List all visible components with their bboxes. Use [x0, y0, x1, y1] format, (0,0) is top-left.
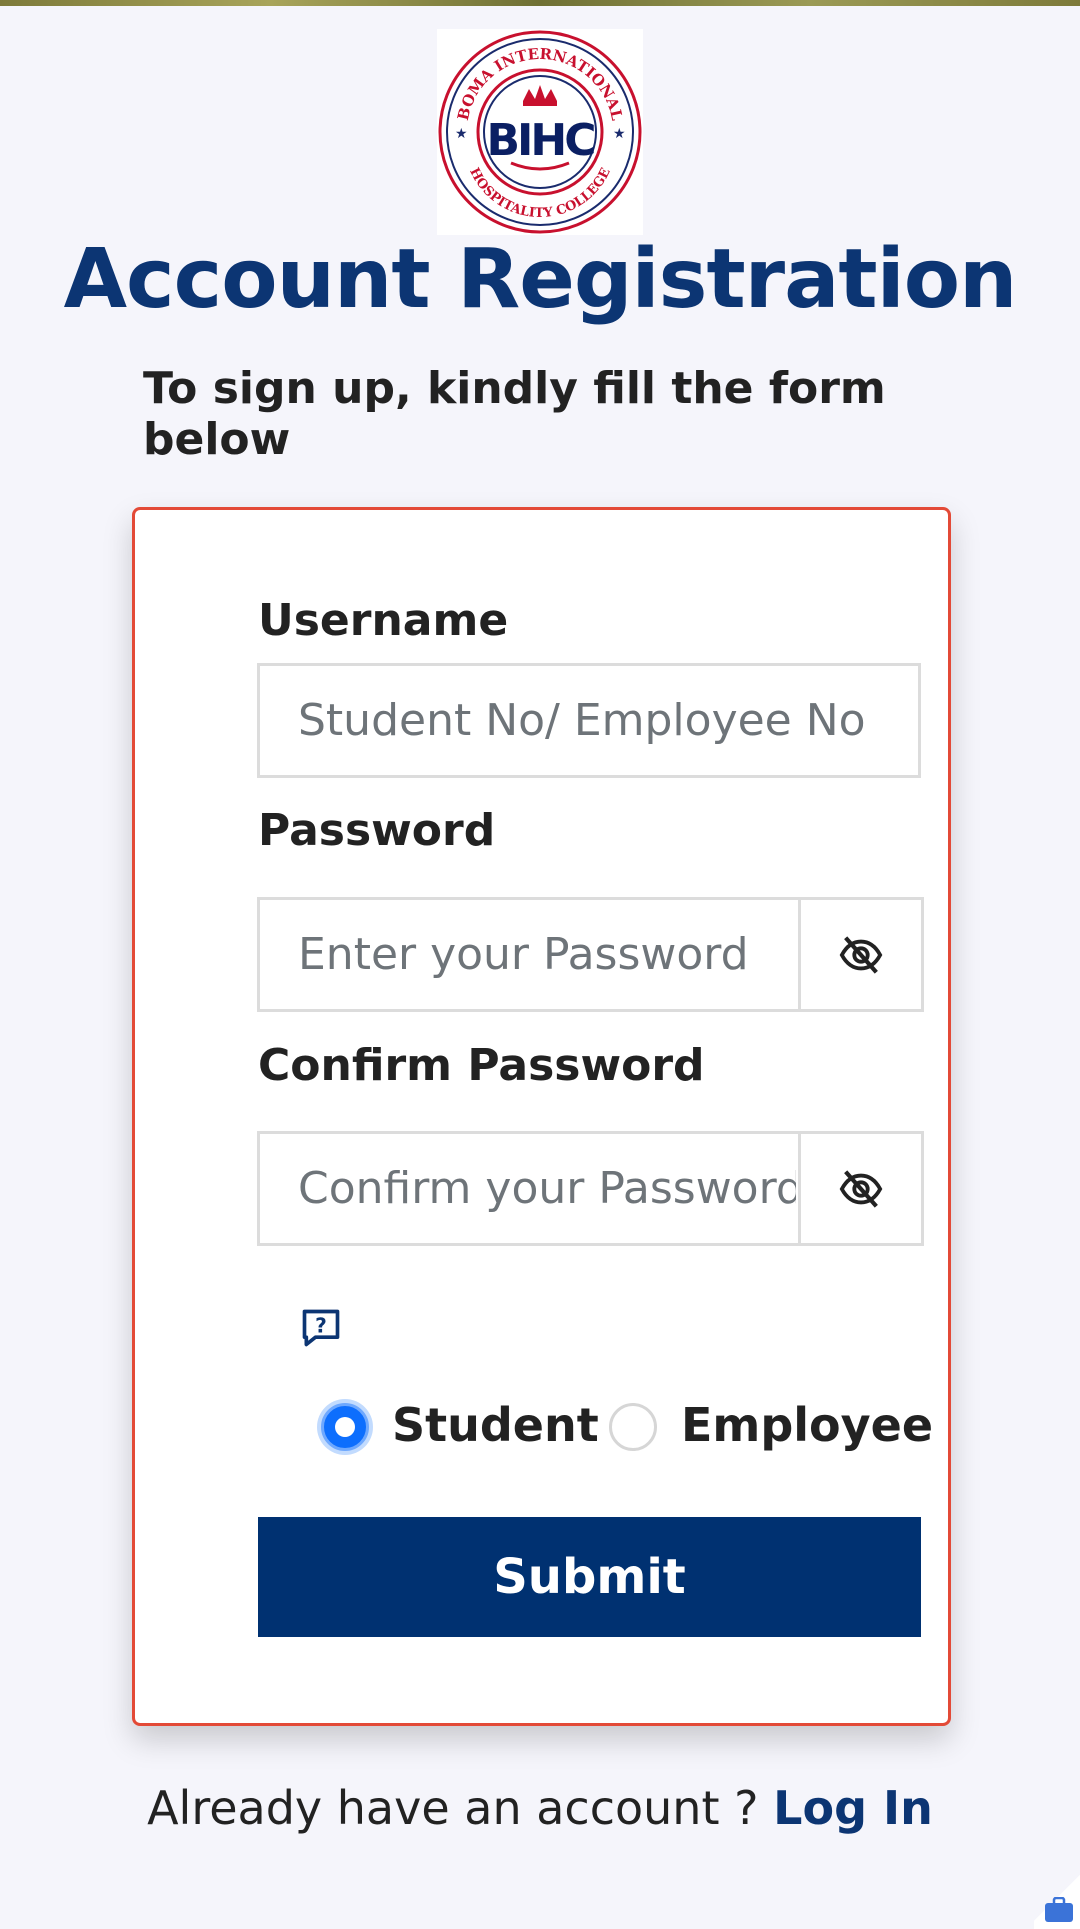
confirm-password-input[interactable]	[260, 1134, 796, 1243]
college-logo: BOMA INTERNATIONAL HOSPITALITY COLLEGE B…	[437, 29, 643, 235]
login-link[interactable]: Log In	[773, 1781, 933, 1835]
svg-text:★: ★	[613, 126, 626, 142]
role-radio-student[interactable]	[321, 1403, 369, 1451]
eye-slash-icon	[839, 935, 883, 974]
svg-text:★: ★	[455, 126, 468, 142]
page-subtitle: To sign up, kindly fill the form below	[143, 363, 886, 465]
password-input[interactable]	[260, 900, 796, 1009]
username-input[interactable]	[260, 666, 918, 775]
confirm-password-visibility-toggle[interactable]	[798, 1131, 924, 1246]
svg-text:?: ?	[315, 1314, 327, 1338]
role-label-employee: Employee	[681, 1398, 934, 1452]
role-label-student: Student	[392, 1398, 599, 1452]
username-field[interactable]	[257, 663, 921, 778]
bihc-seal: BOMA INTERNATIONAL HOSPITALITY COLLEGE B…	[438, 30, 642, 234]
password-visibility-toggle[interactable]	[798, 897, 924, 1012]
confirm-password-field[interactable]	[257, 1131, 924, 1246]
seal-monogram: BIHC	[486, 115, 594, 166]
login-prompt: Already have an account ? Log In	[0, 1781, 1080, 1835]
help-button[interactable]: ?	[299, 1306, 343, 1350]
page-title: Account Registration	[63, 232, 1018, 327]
eye-slash-icon	[839, 1169, 883, 1208]
confirm-password-label: Confirm Password	[258, 1040, 705, 1091]
login-prompt-text: Already have an account ?	[147, 1781, 774, 1835]
submit-button[interactable]: Submit	[258, 1517, 921, 1637]
question-chat-icon: ?	[302, 1309, 340, 1347]
role-radio-employee[interactable]	[609, 1403, 657, 1451]
username-label: Username	[258, 595, 509, 646]
top-banner-strip	[0, 0, 1080, 6]
password-field[interactable]	[257, 897, 924, 1012]
password-label: Password	[258, 805, 496, 856]
briefcase-icon[interactable]	[1044, 1896, 1074, 1923]
